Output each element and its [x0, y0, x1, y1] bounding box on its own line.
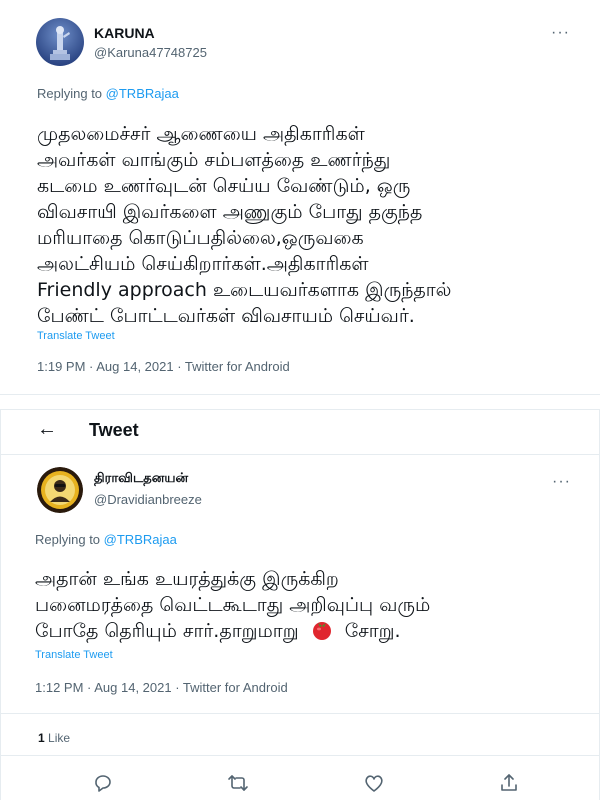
tweet-text-line: அதான் உங்க உயரத்துக்கு இருக்கிற — [35, 568, 339, 590]
likes-count[interactable]: 1 Like — [38, 731, 70, 745]
tweet-text: முதலமைச்சர் ஆணையை அதிகாரிகள் அவர்கள் வாங… — [37, 121, 567, 329]
tweet-text-line: பனைமரத்தை வெட்டகூடாது அறிவுப்பு வரும் — [35, 594, 431, 616]
replying-prefix: Replying to — [35, 532, 101, 547]
likes-divider — [1, 755, 599, 756]
reply-icon[interactable] — [92, 772, 114, 794]
statue-avatar-icon — [36, 18, 84, 66]
tweet-card-karuna: KARUNA @Karuna47748725 ··· Replying to @… — [0, 0, 600, 395]
tweet-text-line: முதலமைச்சர் ஆணையை அதிகாரிகள் — [37, 123, 365, 145]
user-handle[interactable]: @Karuna47748725 — [94, 45, 207, 60]
translate-tweet-link[interactable]: Translate Tweet — [35, 649, 113, 661]
tweet-header: ← Tweet — [1, 410, 599, 454]
replying-to: Replying to @TRBRajaa — [37, 86, 179, 101]
page-title: Tweet — [89, 420, 139, 440]
tweet-text-line: அலட்சியம் செய்கிறார்கள்.அதிகாரிகள் — [37, 253, 369, 275]
translate-tweet-link[interactable]: Translate Tweet — [37, 330, 115, 342]
replying-to: Replying to @TRBRajaa — [35, 532, 177, 547]
header-divider — [1, 454, 599, 455]
retweet-icon[interactable] — [227, 772, 249, 794]
likes-label: Like — [48, 731, 71, 745]
mention-link[interactable]: @TRBRajaa — [104, 532, 177, 547]
replying-prefix: Replying to — [37, 86, 103, 101]
tweet-card-dravidianbreeze: ← Tweet திராவிடதனயன் @Dravidianbreeze ··… — [0, 409, 600, 800]
tweet-timestamp[interactable]: 1:19 PM · Aug 14, 2021 · Twitter for And… — [37, 359, 290, 374]
back-arrow-icon[interactable]: ← — [37, 418, 57, 441]
tomato-emoji-icon — [312, 622, 331, 640]
avatar[interactable] — [36, 18, 84, 66]
more-options-icon[interactable]: ··· — [552, 473, 571, 491]
tweet-text-fragment: போதே தெரியும் சார்.தாறுமாறு — [35, 620, 299, 642]
tweet-text-line: மரியாதை கொடுப்பதில்லை,ஒருவகை — [37, 227, 364, 249]
tweet-text-line: Friendly approach உடையவர்களாக இருந்தால் — [37, 279, 452, 301]
portrait-avatar-icon — [37, 467, 83, 513]
meta-divider — [1, 713, 599, 714]
display-name[interactable]: திராவிடதனயன் — [94, 471, 188, 487]
likes-number: 1 — [38, 731, 45, 745]
avatar[interactable] — [37, 467, 83, 513]
tweet-text: அதான் உங்க உயரத்துக்கு இருக்கிற பனைமரத்த… — [35, 566, 565, 644]
tweet-timestamp[interactable]: 1:12 PM · Aug 14, 2021 · Twitter for And… — [35, 680, 288, 695]
display-name[interactable]: KARUNA — [94, 25, 155, 41]
tweet-text-line: பேண்ட் போட்டவர்கள் விவசாயம் செய்வர். — [37, 305, 415, 327]
like-heart-icon[interactable] — [363, 772, 385, 794]
more-options-icon[interactable]: ··· — [551, 24, 570, 42]
tweet-text-line: கடமை உணர்வுடன் செய்ய வேண்டும், ஒரு — [37, 175, 411, 197]
tweet-text-fragment: சோறு. — [344, 620, 401, 642]
tweet-text-line: அவர்கள் வாங்கும் சம்பளத்தை உணர்ந்து — [37, 149, 391, 171]
section-gap — [0, 395, 600, 409]
tweet-text-line: விவசாயி இவர்களை அணுகும் போது தகுந்த — [37, 201, 423, 223]
tweet-text-line: போதே தெரியும் சார்.தாறுமாறு சோறு. — [35, 618, 565, 644]
user-handle[interactable]: @Dravidianbreeze — [94, 492, 202, 507]
share-icon[interactable] — [498, 772, 520, 794]
mention-link[interactable]: @TRBRajaa — [106, 86, 179, 101]
